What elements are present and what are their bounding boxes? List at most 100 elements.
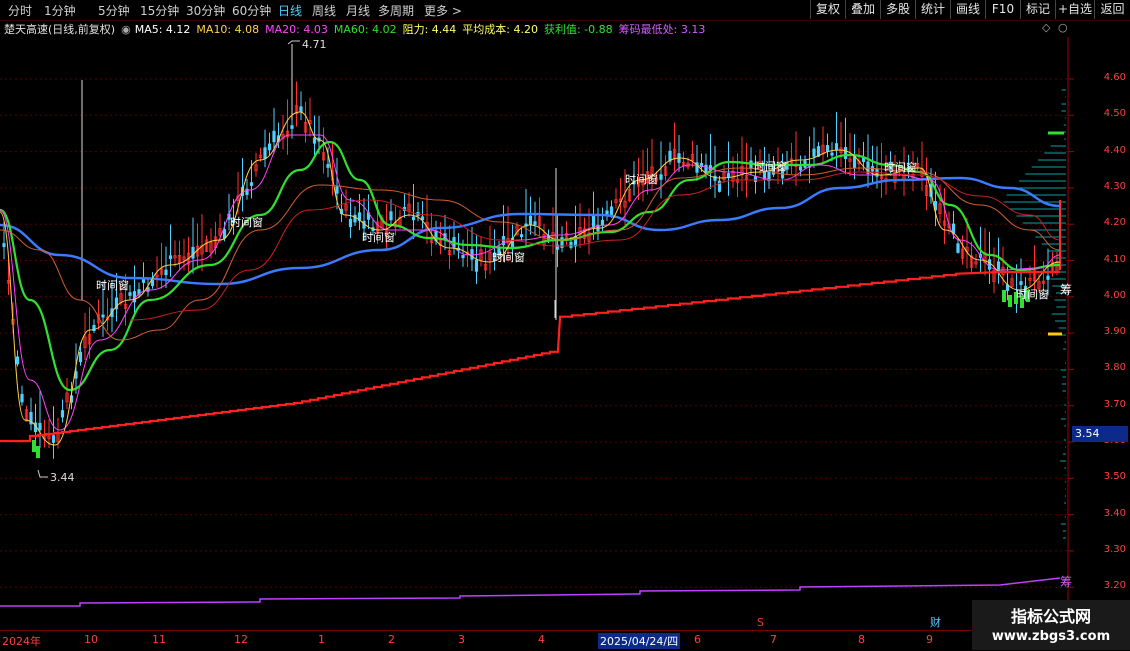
chip-distribution — [1003, 89, 1066, 539]
bottom-signal — [1002, 290, 1006, 302]
date-label: 10 — [84, 633, 98, 646]
avg-cost-value: 平均成本: 4.20 — [462, 23, 538, 36]
period-tab-timeshare[interactable]: 分时 — [8, 2, 32, 19]
slow2-line — [129, 171, 1061, 321]
candle-body — [609, 206, 614, 217]
date-label: 6 — [694, 633, 701, 646]
ma5-value: MA5: 4.12 — [134, 23, 191, 36]
dividend-marker[interactable]: S — [757, 616, 764, 629]
add-watchlist-button[interactable]: +自选 — [1055, 0, 1094, 19]
settings-circle-icon[interactable]: ◉ — [121, 23, 131, 36]
finance-marker[interactable]: 财 — [930, 614, 941, 630]
period-tab-weekly[interactable]: 周线 — [312, 2, 336, 19]
candle-body — [951, 223, 956, 234]
candle-body — [20, 393, 24, 403]
ma20-value: MA20: 4.03 — [265, 23, 328, 36]
statistics-button[interactable]: 统计 — [915, 0, 950, 19]
period-tab-1min[interactable]: 1分钟 — [44, 2, 76, 19]
time-window-label: 时间窗 — [1016, 287, 1049, 301]
candle-body — [168, 255, 173, 259]
kline-chart[interactable]: 4.713.44时间窗时间窗时间窗时间窗时间窗时间窗 时间窗时间窗 筹筹 — [0, 37, 1130, 630]
price-axis-label: 4.30 — [1103, 180, 1126, 192]
candle-body — [15, 356, 20, 365]
candle-body — [528, 215, 533, 225]
support-stair-line — [0, 270, 1060, 443]
candle-body — [101, 314, 105, 318]
period-tab-15min[interactable]: 15分钟 — [140, 2, 179, 19]
diamond-icon[interactable]: ◇ — [1042, 21, 1050, 34]
period-tab-more[interactable]: 更多 > — [424, 2, 462, 19]
date-label: 3 — [458, 633, 465, 646]
candle-body — [830, 152, 834, 156]
restore-rights-button[interactable]: 复权 — [810, 0, 845, 19]
price-cursor-tag: 3.54 — [1072, 426, 1128, 442]
date-label: 12 — [234, 633, 248, 646]
period-tab-60min[interactable]: 60分钟 — [232, 2, 271, 19]
candle-body — [474, 259, 479, 272]
period-tab-monthly[interactable]: 月线 — [346, 2, 370, 19]
low-price-label: 3.44 — [50, 471, 75, 484]
candle-body — [812, 148, 816, 157]
time-window-label: 时间窗 — [492, 250, 525, 264]
chip-low-line — [0, 577, 1061, 607]
price-axis-label: 4.20 — [1103, 217, 1126, 229]
candle-body — [249, 182, 254, 186]
candle-body — [38, 422, 42, 431]
date-label: 4 — [538, 633, 545, 646]
candle-body — [753, 176, 758, 183]
back-button[interactable]: 返回 — [1094, 0, 1130, 19]
candle-body — [164, 269, 168, 276]
time-window-label: 时间窗 — [96, 278, 129, 292]
high-pointer — [287, 40, 300, 45]
price-axis-label: 3.40 — [1103, 507, 1126, 519]
price-axis-label: 3.30 — [1103, 543, 1126, 555]
candle-body — [519, 234, 524, 238]
draw-line-button[interactable]: 画线 — [950, 0, 985, 19]
time-window-label: 时间窗 — [230, 215, 263, 229]
candle-body — [1046, 275, 1050, 280]
date-label: 8 — [858, 633, 865, 646]
time-window-label: 时间窗 — [884, 160, 917, 174]
watermark-url: www.zbgs3.com — [991, 629, 1111, 644]
candle-body — [222, 229, 227, 239]
period-toolbar: 分时 1分钟 5分钟 15分钟 30分钟 60分钟 日线 周线 月线 多周期 更… — [0, 0, 1130, 21]
period-tab-5min[interactable]: 5分钟 — [98, 2, 130, 19]
time-window-label: 时间窗 — [754, 159, 787, 173]
price-axis-label: 3.70 — [1103, 398, 1126, 410]
minimize-icon[interactable]: ○ — [1058, 21, 1068, 34]
overlay-button[interactable]: 叠加 — [845, 0, 880, 19]
date-axis: 2024年 10 11 12 1 2 3 4 2025/04/24/四 6 7 … — [0, 630, 1130, 651]
resistance-value: 阻力: 4.44 — [402, 23, 457, 36]
candle-body — [704, 164, 708, 174]
date-label: 11 — [152, 633, 166, 646]
date-label: 2 — [388, 633, 395, 646]
candle-body — [843, 147, 848, 160]
date-label: 7 — [770, 633, 777, 646]
f10-button[interactable]: F10 — [985, 0, 1020, 19]
candle-body — [60, 410, 65, 418]
candle-body — [591, 215, 596, 229]
candle-body — [798, 166, 803, 171]
mark-button[interactable]: 标记 — [1020, 0, 1055, 19]
price-axis-label: 3.50 — [1103, 471, 1126, 483]
multi-stock-button[interactable]: 多股 — [880, 0, 915, 19]
date-label: 1 — [318, 633, 325, 646]
slow-line — [0, 167, 1061, 341]
price-axis-label: 3.20 — [1103, 580, 1126, 592]
price-axis-label: 4.50 — [1103, 108, 1126, 120]
candle-body — [326, 164, 330, 168]
period-tab-30min[interactable]: 30分钟 — [186, 2, 225, 19]
candle-body — [411, 216, 416, 221]
period-tab-multi[interactable]: 多周期 — [378, 2, 414, 19]
time-window-label: 时间窗 — [625, 172, 658, 186]
candle-body — [956, 243, 960, 253]
period-tab-daily[interactable]: 日线 — [278, 2, 302, 19]
price-axis-label: 4.60 — [1103, 72, 1126, 83]
price-axis-label: 3.90 — [1103, 326, 1126, 338]
candle-body — [78, 351, 83, 363]
candle-body — [726, 173, 731, 178]
candle-body — [290, 125, 294, 129]
candle-body — [600, 219, 605, 226]
candle-body — [272, 130, 276, 143]
date-label: 2024年 — [2, 635, 41, 648]
